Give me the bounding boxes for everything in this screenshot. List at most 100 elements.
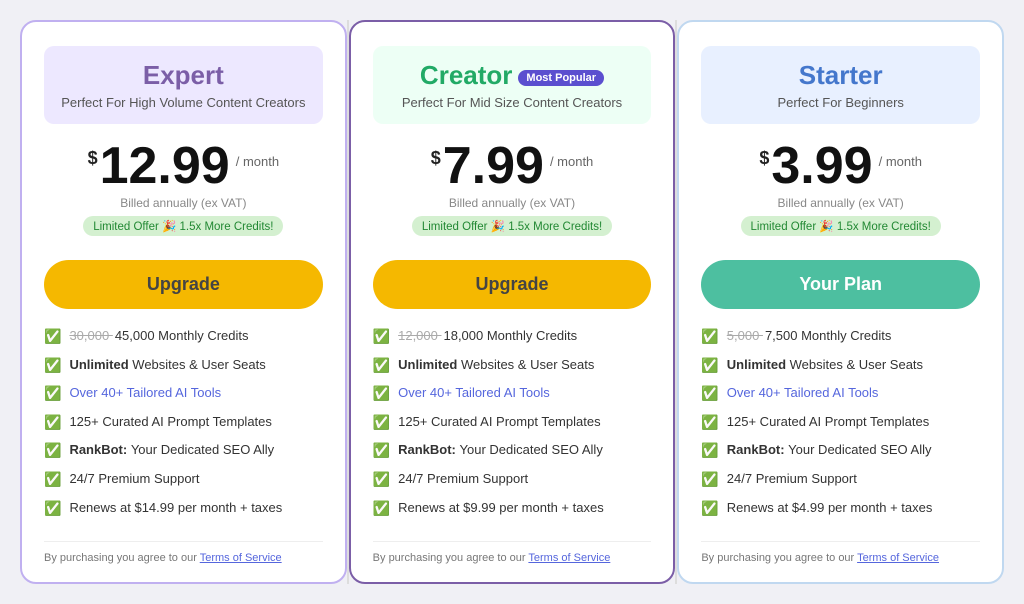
checkmark-icon: ✅ [701,441,718,461]
feature-text: 125+ Curated AI Prompt Templates [727,413,929,431]
price-period-expert: / month [236,154,279,169]
checkmark-icon: ✅ [701,356,718,376]
upgrade-button-creator[interactable]: Upgrade [373,260,652,309]
list-item: ✅ 24/7 Premium Support [701,470,980,490]
price-section-creator: $7.99 / month Billed annually (ex VAT) Limi… [373,140,652,250]
feature-text: 5,000 7,500 Monthly Credits [727,327,892,345]
price-period-creator: / month [550,154,593,169]
limited-offer-expert: Limited Offer 🎉 1.5x More Credits! [83,216,283,236]
price-billing-expert: Billed annually (ex VAT) [44,196,323,210]
price-billing-creator: Billed annually (ex VAT) [373,196,652,210]
list-item: ✅ Unlimited Websites & User Seats [701,356,980,376]
price-section-starter: $3.99 / month Billed annually (ex VAT) Limi… [701,140,980,250]
price-amount-creator: 7.99 [443,140,544,192]
checkmark-icon: ✅ [701,499,718,519]
list-item: ✅ Over 40+ Tailored AI Tools [44,384,323,404]
checkmark-icon: ✅ [701,413,718,433]
list-item: ✅ 24/7 Premium Support [44,470,323,490]
limited-offer-starter: Limited Offer 🎉 1.5x More Credits! [741,216,941,236]
plan-subtitle-creator: Perfect For Mid Size Content Creators [383,95,642,110]
upgrade-button-starter[interactable]: Your Plan [701,260,980,309]
feature-text: Renews at $14.99 per month + taxes [69,499,282,517]
price-period-starter: / month [879,154,922,169]
checkmark-icon: ✅ [701,470,718,490]
checkmark-icon: ✅ [373,356,390,376]
feature-text: 24/7 Premium Support [69,470,199,488]
checkmark-icon: ✅ [701,384,718,404]
feature-text: 125+ Curated AI Prompt Templates [69,413,271,431]
price-dollar-expert: $ [88,148,98,169]
list-item: ✅ Renews at $4.99 per month + taxes [701,499,980,519]
feature-text: Unlimited Websites & User Seats [398,356,594,374]
feature-text: Over 40+ Tailored AI Tools [727,384,879,402]
plan-subtitle-starter: Perfect For Beginners [711,95,970,110]
list-item: ✅ 125+ Curated AI Prompt Templates [44,413,323,433]
list-item: ✅ 12,000 18,000 Monthly Credits [373,327,652,347]
feature-link[interactable]: Over 40+ Tailored AI Tools [398,385,550,400]
feature-text: RankBot: Your Dedicated SEO Ally [398,441,603,459]
plan-header-expert: ExpertPerfect For High Volume Content Cr… [44,46,323,124]
plan-subtitle-expert: Perfect For High Volume Content Creators [54,95,313,110]
checkmark-icon: ✅ [44,441,61,461]
price-dollar-creator: $ [431,148,441,169]
most-popular-badge: Most Popular [518,70,604,86]
feature-text: Over 40+ Tailored AI Tools [69,384,221,402]
feature-text: 24/7 Premium Support [727,470,857,488]
terms-text-creator: By purchasing you agree to our Terms of … [373,541,652,564]
checkmark-icon: ✅ [373,441,390,461]
list-item: ✅ Over 40+ Tailored AI Tools [701,384,980,404]
list-item: ✅ 30,000 45,000 Monthly Credits [44,327,323,347]
feature-text: RankBot: Your Dedicated SEO Ally [69,441,274,459]
terms-text-starter: By purchasing you agree to our Terms of … [701,541,980,564]
terms-of-service-link[interactable]: Terms of Service [200,552,282,564]
upgrade-button-expert[interactable]: Upgrade [44,260,323,309]
price-billing-starter: Billed annually (ex VAT) [701,196,980,210]
checkmark-icon: ✅ [44,470,61,490]
checkmark-icon: ✅ [373,327,390,347]
checkmark-icon: ✅ [373,470,390,490]
price-section-expert: $12.99 / month Billed annually (ex VAT) Lim… [44,140,323,250]
checkmark-icon: ✅ [44,327,61,347]
plan-title-starter: Starter [799,60,883,91]
feature-text: Renews at $4.99 per month + taxes [727,499,933,517]
list-item: ✅ Over 40+ Tailored AI Tools [373,384,652,404]
checkmark-icon: ✅ [44,413,61,433]
feature-text: RankBot: Your Dedicated SEO Ally [727,441,932,459]
checkmark-icon: ✅ [44,499,61,519]
terms-of-service-link[interactable]: Terms of Service [528,552,610,564]
plan-title-creator: Creator [420,60,512,91]
list-item: ✅Renews at $9.99 per month + taxes [373,499,652,519]
feature-link[interactable]: Over 40+ Tailored AI Tools [727,385,879,400]
price-amount-expert: 12.99 [100,140,230,192]
feature-text: Unlimited Websites & User Seats [727,356,923,374]
feature-text: 30,000 45,000 Monthly Credits [69,327,248,345]
checkmark-icon: ✅ [373,413,390,433]
feature-text: Renews at $9.99 per month + taxes [398,499,604,517]
terms-text-expert: By purchasing you agree to our Terms of … [44,541,323,564]
list-item: ✅ RankBot: Your Dedicated SEO Ally [701,441,980,461]
list-item: ✅ 125+ Curated AI Prompt Templates [701,413,980,433]
price-dollar-starter: $ [759,148,769,169]
terms-of-service-link[interactable]: Terms of Service [857,552,939,564]
checkmark-icon: ✅ [373,384,390,404]
features-list-starter: ✅ 5,000 7,500 Monthly Credits ✅ Unlimited W… [701,327,980,527]
list-item: ✅ Renews at $14.99 per month + taxes [44,499,323,519]
features-list-creator: ✅ 12,000 18,000 Monthly Credits ✅ Unlimited… [373,327,652,527]
plan-card-expert: ExpertPerfect For High Volume Content Cr… [20,20,347,584]
feature-link[interactable]: Over 40+ Tailored AI Tools [69,385,221,400]
features-list-expert: ✅ 30,000 45,000 Monthly Credits ✅Unlimited… [44,327,323,527]
plan-header-starter: Starter Perfect For Beginners [701,46,980,124]
checkmark-icon: ✅ [44,384,61,404]
list-item: ✅Unlimited Websites & User Seats [44,356,323,376]
feature-text: 12,000 18,000 Monthly Credits [398,327,577,345]
list-item: ✅ RankBot: Your Dedicated SEO Ally [373,441,652,461]
limited-offer-creator: Limited Offer 🎉 1.5x More Credits! [412,216,612,236]
price-amount-starter: 3.99 [771,140,872,192]
list-item: ✅ Unlimited Websites & User Seats [373,356,652,376]
plan-card-creator: Creator Most Popular Perfect For Mid Size … [349,20,676,584]
pricing-container: ExpertPerfect For High Volume Content Cr… [20,20,1004,584]
plan-card-starter: Starter Perfect For Beginners $3.99 / month… [677,20,1004,584]
feature-text: 24/7 Premium Support [398,470,528,488]
list-item: ✅ RankBot: Your Dedicated SEO Ally [44,441,323,461]
list-item: ✅125+ Curated AI Prompt Templates [373,413,652,433]
